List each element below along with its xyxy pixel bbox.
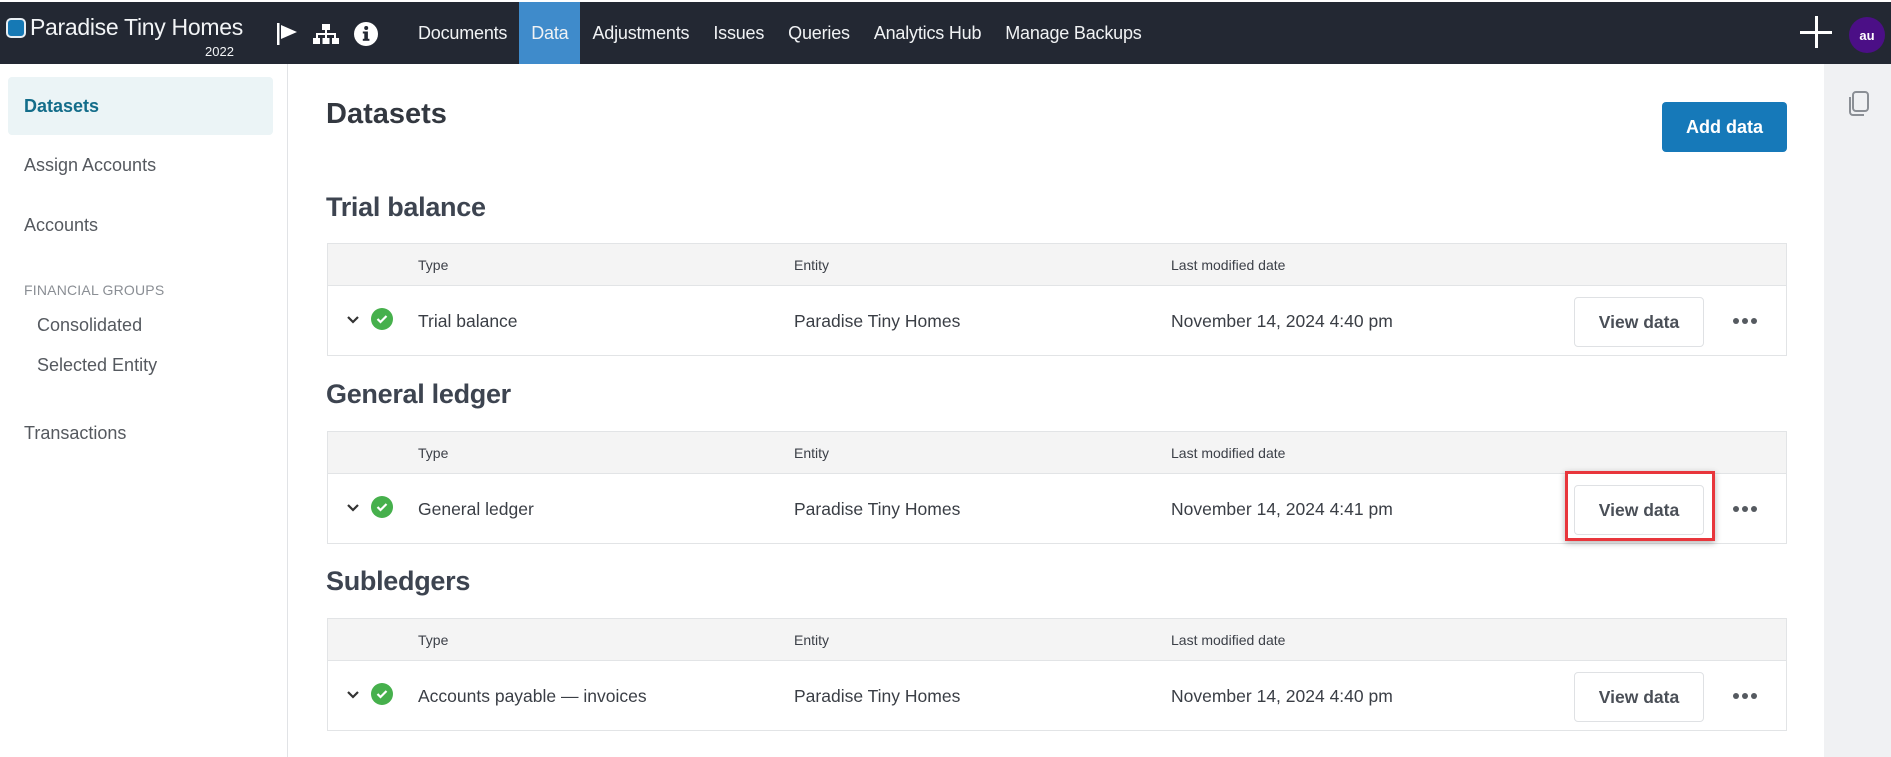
view-data-button[interactable]: View data — [1574, 672, 1704, 722]
column-header-type: Type — [418, 632, 449, 648]
view-data-button[interactable]: View data — [1574, 485, 1704, 535]
cell-entity: Paradise Tiny Homes — [794, 686, 961, 706]
cell-date: November 14, 2024 4:41 pm — [1171, 499, 1393, 519]
add-plus-icon[interactable] — [1800, 16, 1832, 48]
sidebar: Datasets Assign Accounts Accounts FINANC… — [0, 64, 288, 757]
subledgers-table: Type Entity Last modified date Accounts … — [327, 618, 1787, 731]
nav-adjustments[interactable]: Adjustments — [580, 2, 701, 64]
right-rail — [1824, 64, 1891, 757]
nav-issues[interactable]: Issues — [701, 2, 776, 64]
section-title-general-ledger: General ledger — [326, 379, 511, 409]
flag-icon[interactable] — [274, 21, 300, 47]
nav-manage-backups[interactable]: Manage Backups — [993, 2, 1153, 64]
column-header-entity: Entity — [794, 257, 830, 273]
engagement-year: 2022 — [205, 44, 234, 59]
check-circle-icon — [371, 496, 393, 518]
cell-type: General ledger — [418, 499, 534, 519]
top-bar: Paradise Tiny Homes 2022 Documents Data … — [0, 2, 1891, 64]
cell-entity: Paradise Tiny Homes — [794, 311, 961, 331]
column-header-entity: Entity — [794, 632, 830, 648]
cell-entity: Paradise Tiny Homes — [794, 499, 961, 519]
trial-balance-table: Type Entity Last modified date Trial bal… — [327, 243, 1787, 356]
sidebar-item-accounts[interactable]: Accounts — [8, 196, 273, 254]
cell-type: Accounts payable — invoices — [418, 686, 647, 706]
sidebar-item-assign-accounts[interactable]: Assign Accounts — [8, 136, 273, 194]
hierarchy-icon[interactable] — [313, 21, 339, 47]
section-title-subledgers: Subledgers — [326, 566, 471, 596]
general-ledger-table: Type Entity Last modified date General l… — [327, 431, 1787, 544]
brand-logo-icon — [6, 17, 26, 38]
column-header-date: Last modified date — [1171, 445, 1286, 461]
main-nav: Documents Data Adjustments Issues Querie… — [406, 2, 1154, 64]
chevron-down-icon[interactable] — [344, 500, 362, 514]
chevron-down-icon[interactable] — [344, 687, 362, 701]
more-options-icon[interactable] — [1733, 502, 1759, 516]
table-header: Type Entity Last modified date — [328, 244, 1786, 286]
more-options-icon[interactable] — [1733, 314, 1759, 328]
cell-type: Trial balance — [418, 311, 518, 331]
column-header-type: Type — [418, 445, 449, 461]
section-title-trial-balance: Trial balance — [326, 192, 486, 222]
user-avatar[interactable]: au — [1849, 17, 1885, 53]
column-header-entity: Entity — [794, 445, 830, 461]
copy-icon[interactable] — [1846, 90, 1870, 118]
column-header-date: Last modified date — [1171, 632, 1286, 648]
check-circle-icon — [371, 308, 393, 330]
nav-data[interactable]: Data — [519, 2, 581, 64]
cell-date: November 14, 2024 4:40 pm — [1171, 686, 1393, 706]
more-options-icon[interactable] — [1733, 689, 1759, 703]
add-data-button[interactable]: Add data — [1662, 102, 1787, 152]
sidebar-item-selected-entity[interactable]: Selected Entity — [8, 336, 273, 394]
nav-documents[interactable]: Documents — [406, 2, 519, 64]
cell-date: November 14, 2024 4:40 pm — [1171, 311, 1393, 331]
company-name: Paradise Tiny Homes — [30, 14, 243, 40]
check-circle-icon — [371, 683, 393, 705]
column-header-date: Last modified date — [1171, 257, 1286, 273]
brand[interactable]: Paradise Tiny Homes — [6, 14, 243, 41]
info-icon[interactable] — [353, 21, 379, 47]
nav-queries[interactable]: Queries — [776, 2, 862, 64]
table-header: Type Entity Last modified date — [328, 432, 1786, 474]
column-header-type: Type — [418, 257, 449, 273]
sidebar-item-transactions[interactable]: Transactions — [8, 404, 273, 462]
view-data-button[interactable]: View data — [1574, 297, 1704, 347]
nav-analytics-hub[interactable]: Analytics Hub — [862, 2, 993, 64]
sidebar-item-datasets[interactable]: Datasets — [8, 77, 273, 135]
page-title: Datasets — [326, 98, 447, 130]
chevron-down-icon[interactable] — [344, 312, 362, 326]
table-header: Type Entity Last modified date — [328, 619, 1786, 661]
